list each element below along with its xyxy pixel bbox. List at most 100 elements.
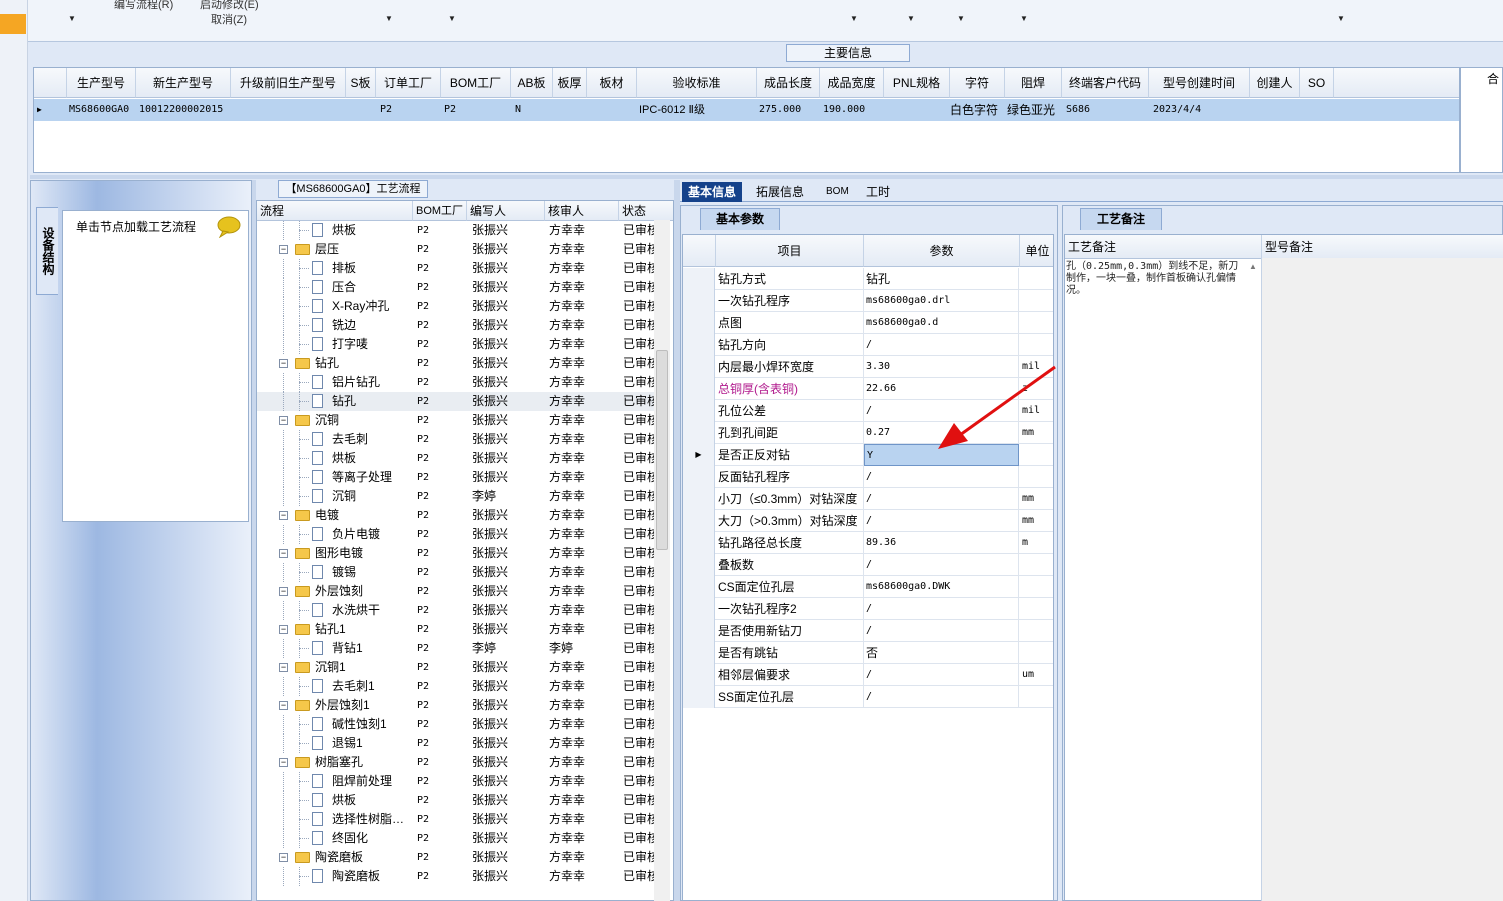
process-tree-row[interactable]: − 沉铜1 P2 张振兴 方幸幸 已审核 — [257, 658, 657, 677]
cell-customer[interactable]: S686 — [1066, 99, 1090, 121]
col-so[interactable]: SO — [1300, 68, 1334, 98]
param-row[interactable]: CS面定位孔层 ms68600ga0.DWK — [683, 576, 1053, 598]
process-tree-row[interactable]: − 图形电镀 P2 张振兴 方幸幸 已审核 — [257, 544, 657, 563]
process-tree-row[interactable]: 去毛刺1 P2 张振兴 方幸幸 已审核 — [257, 677, 657, 696]
param-value[interactable]: ms68600ga0.drl — [864, 290, 1019, 312]
tab-basic-params[interactable]: 基本参数 — [700, 208, 780, 230]
process-tree-row[interactable]: − 沉铜 P2 张振兴 方幸幸 已审核 — [257, 411, 657, 430]
chevron-down-icon[interactable]: ▼ — [907, 14, 915, 23]
cell-ab-board[interactable]: N — [515, 99, 521, 121]
process-tree-row[interactable]: 水洗烘干 P2 张振兴 方幸幸 已审核 — [257, 601, 657, 620]
tab-basic-info[interactable]: 基本信息 — [682, 182, 743, 202]
col-length[interactable]: 成品长度 — [757, 68, 820, 98]
col-ab-board[interactable]: AB板 — [511, 68, 553, 98]
col-standard[interactable]: 验收标准 — [637, 68, 757, 98]
process-tree-row[interactable]: − 陶瓷磨板 P2 张振兴 方幸幸 已审核 — [257, 848, 657, 867]
process-tree-row[interactable]: 选择性树脂… P2 张振兴 方幸幸 已审核 — [257, 810, 657, 829]
cell-bom-factory[interactable]: P2 — [444, 99, 456, 121]
col-status[interactable]: 状态 — [619, 201, 673, 221]
chevron-down-icon[interactable]: ▼ — [1020, 14, 1028, 23]
menu-item-write-process[interactable]: 编写流程(R) — [114, 0, 173, 12]
col-order-factory[interactable]: 订单工厂 — [376, 68, 441, 98]
process-tree-row[interactable]: X-Ray冲孔 P2 张振兴 方幸幸 已审核 — [257, 297, 657, 316]
collapse-icon[interactable]: − — [279, 587, 288, 596]
cell-order-factory[interactable]: P2 — [380, 99, 392, 121]
tab-work-hours[interactable]: 工时 — [860, 182, 896, 202]
process-tree-row[interactable]: − 钻孔1 P2 张振兴 方幸幸 已审核 — [257, 620, 657, 639]
process-tree-row[interactable]: 退锡1 P2 张振兴 方幸幸 已审核 — [257, 734, 657, 753]
param-row[interactable]: 一次钻孔程序 ms68600ga0.drl — [683, 290, 1053, 312]
process-tree-row[interactable]: − 层压 P2 张振兴 方幸幸 已审核 — [257, 240, 657, 259]
col-prod-model[interactable]: 生产型号 — [67, 68, 136, 98]
process-tree-row[interactable]: 负片电镀 P2 张振兴 方幸幸 已审核 — [257, 525, 657, 544]
col-new-prod-model[interactable]: 新生产型号 — [136, 68, 231, 98]
process-tree-row[interactable]: 等离子处理 P2 张振兴 方幸幸 已审核 — [257, 468, 657, 487]
param-value[interactable]: 89.36 — [864, 532, 1019, 554]
process-tree-row[interactable]: − 外层蚀刻 P2 张振兴 方幸幸 已审核 — [257, 582, 657, 601]
process-scroll-thumb[interactable] — [656, 350, 668, 550]
chevron-down-icon[interactable]: ▼ — [385, 14, 393, 23]
cell-mask[interactable]: 绿色亚光 — [1007, 99, 1055, 121]
param-row[interactable]: 钻孔路径总长度 89.36 m — [683, 532, 1053, 554]
col-model-remark[interactable]: 型号备注 — [1262, 235, 1503, 259]
process-tree-row[interactable]: 陶瓷磨板 P2 张振兴 方幸幸 已审核 — [257, 867, 657, 886]
scroll-up-icon[interactable]: ▲ — [1248, 262, 1258, 272]
device-tree[interactable] — [62, 210, 249, 522]
collapse-icon[interactable]: − — [279, 359, 288, 368]
collapse-icon[interactable]: − — [279, 245, 288, 254]
col-creator[interactable]: 创建人 — [1250, 68, 1300, 98]
tab-device-structure[interactable]: 设备结构 — [36, 207, 58, 295]
chevron-down-icon[interactable]: ▼ — [850, 14, 858, 23]
param-row[interactable]: 是否使用新钻刀 / — [683, 620, 1053, 642]
param-row[interactable]: 是否有跳钻否 — [683, 642, 1053, 664]
menu-item-cancel[interactable]: 取消(Z) — [211, 11, 247, 27]
cell-created[interactable]: 2023/4/4 — [1153, 99, 1201, 121]
col-pnl[interactable]: PNL规格 — [884, 68, 950, 98]
param-value[interactable]: / — [864, 554, 1019, 576]
collapse-icon[interactable]: − — [279, 625, 288, 634]
param-value[interactable]: / — [864, 510, 1019, 532]
tab-bom[interactable]: BOM — [820, 182, 855, 202]
process-tree-row[interactable]: 去毛刺 P2 张振兴 方幸幸 已审核 — [257, 430, 657, 449]
table-row[interactable] — [34, 99, 1459, 121]
param-row[interactable]: 相邻层偏要求 / um — [683, 664, 1053, 686]
process-tree-row[interactable]: − 外层蚀刻1 P2 张振兴 方幸幸 已审核 — [257, 696, 657, 715]
process-tree-row[interactable]: 铣边 P2 张振兴 方幸幸 已审核 — [257, 316, 657, 335]
col-item[interactable]: 项目 — [716, 235, 864, 267]
collapse-icon[interactable]: − — [279, 511, 288, 520]
param-value[interactable]: / — [864, 488, 1019, 510]
collapse-icon[interactable]: − — [279, 663, 288, 672]
process-tree-row[interactable]: 终固化 P2 张振兴 方幸幸 已审核 — [257, 829, 657, 848]
process-tree-row[interactable]: 打字唛 P2 张振兴 方幸幸 已审核 — [257, 335, 657, 354]
col-s-board[interactable]: S板 — [346, 68, 376, 98]
param-value[interactable]: / — [864, 334, 1019, 356]
param-value[interactable]: / — [864, 466, 1019, 488]
col-thickness[interactable]: 板厚 — [553, 68, 587, 98]
param-row[interactable]: 钻孔方向 / — [683, 334, 1053, 356]
tab-process-remarks[interactable]: 工艺备注 — [1080, 208, 1162, 230]
collapse-icon[interactable]: − — [279, 701, 288, 710]
param-value[interactable]: / — [864, 620, 1019, 642]
cell-char[interactable]: 白色字符 — [950, 99, 998, 121]
param-row[interactable]: 钻孔方式 钻孔 — [683, 268, 1053, 290]
cell-length[interactable]: 275.000 — [759, 99, 801, 121]
param-value[interactable]: / — [864, 664, 1019, 686]
col-process-remark[interactable]: 工艺备注 — [1065, 235, 1262, 259]
process-tree-row[interactable]: − 树脂塞孔 P2 张振兴 方幸幸 已审核 — [257, 753, 657, 772]
col-customer[interactable]: 终端客户代码 — [1062, 68, 1149, 98]
param-row[interactable]: 小刀（≤0.3mm）对钻深度 / mm — [683, 488, 1053, 510]
cell-new-prod-model[interactable]: 10012200002015 — [139, 99, 223, 121]
chevron-down-icon[interactable]: ▼ — [68, 14, 76, 23]
process-tree-row[interactable]: 烘板 P2 张振兴 方幸幸 已审核 — [257, 449, 657, 468]
process-tree-row[interactable]: 碱性蚀刻1 P2 张振兴 方幸幸 已审核 — [257, 715, 657, 734]
col-old-prod-model[interactable]: 升级前旧生产型号 — [231, 68, 346, 98]
process-tree-row[interactable]: 排板 P2 张振兴 方幸幸 已审核 — [257, 259, 657, 278]
process-tree-row[interactable]: − 钻孔 P2 张振兴 方幸幸 已审核 — [257, 354, 657, 373]
param-row[interactable]: 点图 ms68600ga0.d — [683, 312, 1053, 334]
col-process[interactable]: 流程 — [257, 201, 413, 221]
process-tree-row[interactable]: 压合 P2 张振兴 方幸幸 已审核 — [257, 278, 657, 297]
col-material[interactable]: 板材 — [587, 68, 637, 98]
col-param[interactable]: 参数 — [864, 235, 1020, 267]
param-value[interactable]: ms68600ga0.DWK — [864, 576, 1019, 598]
param-row[interactable]: SS面定位孔层 / — [683, 686, 1053, 708]
